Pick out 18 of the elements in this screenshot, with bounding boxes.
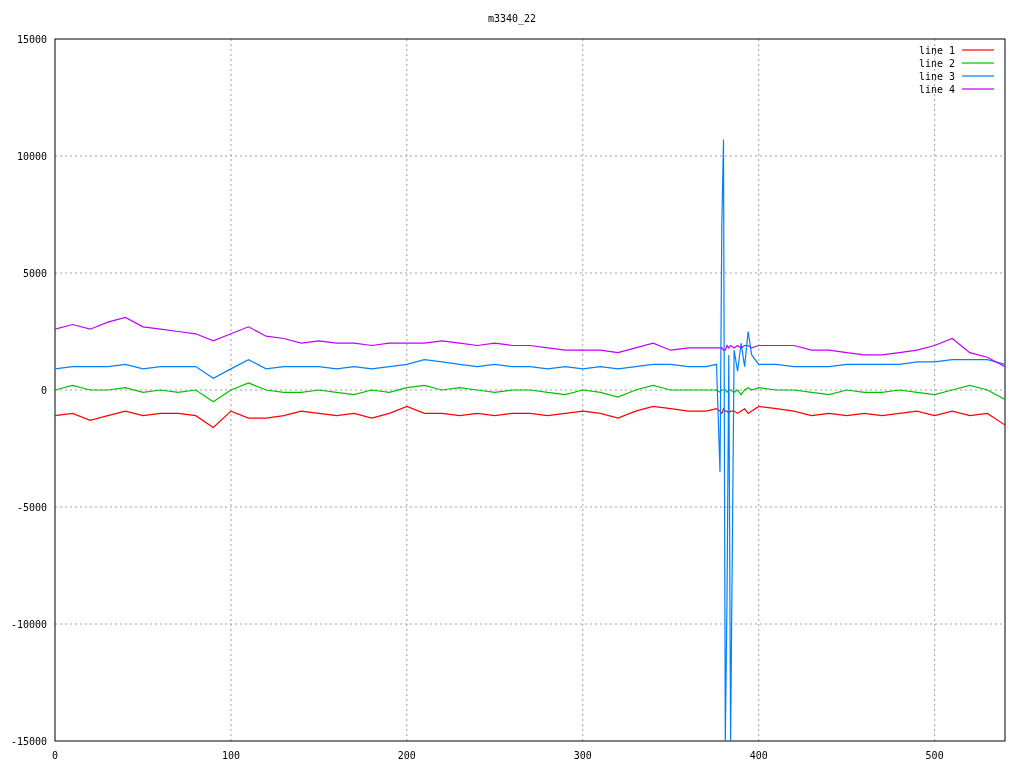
y-tick-label: -15000 xyxy=(10,736,47,747)
x-tick-label: 0 xyxy=(52,750,58,761)
y-tick-label: 5000 xyxy=(22,268,47,279)
legend-label: line 2 xyxy=(918,58,955,69)
x-tick-label: 500 xyxy=(925,750,944,761)
legend-label: line 1 xyxy=(918,45,955,56)
y-tick-label: -10000 xyxy=(10,619,47,630)
legend-label: line 3 xyxy=(918,71,955,82)
y-tick-label: 0 xyxy=(40,385,47,396)
x-tick-label: 100 xyxy=(221,750,240,761)
x-tick-label: 300 xyxy=(573,750,592,761)
y-tick-label: 15000 xyxy=(16,34,47,45)
y-tick-label: -5000 xyxy=(16,502,47,513)
chart-title: m3340_22 xyxy=(487,13,537,24)
x-tick-label: 400 xyxy=(749,750,768,761)
x-tick-label: 200 xyxy=(397,750,416,761)
legend-label: line 4 xyxy=(918,84,955,95)
y-tick-label: 10000 xyxy=(16,151,47,162)
